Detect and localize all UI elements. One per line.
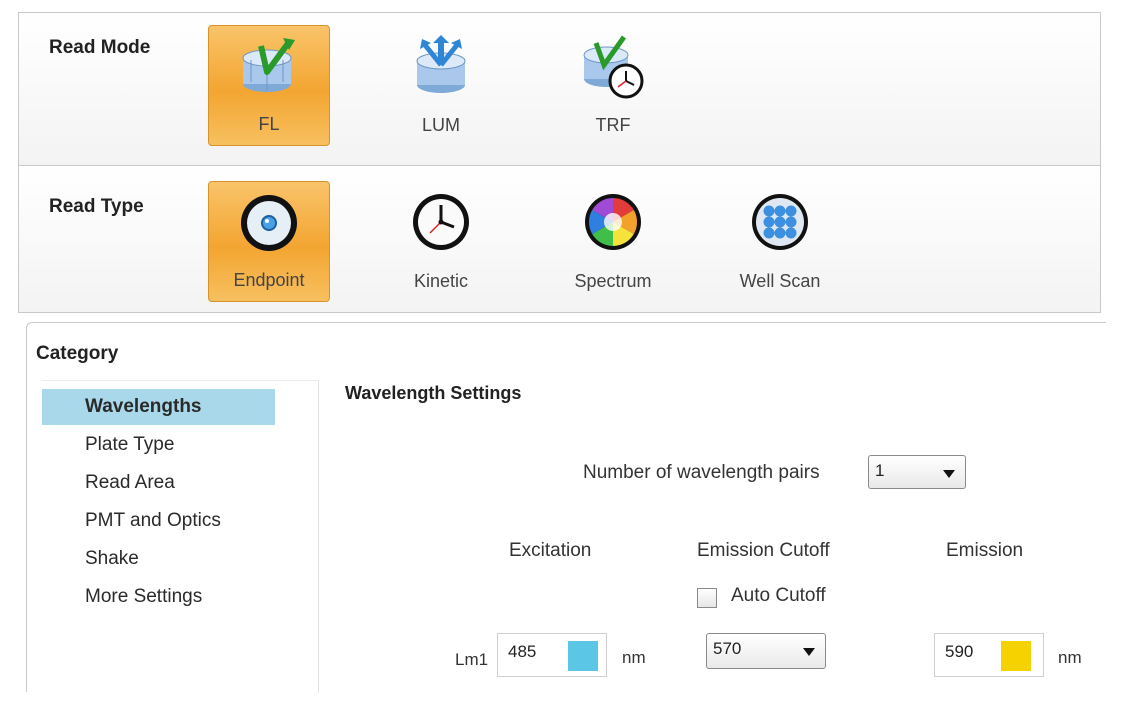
read-type-label: Read Type [49,196,144,217]
read-mode-panel: Read Mode FL LUM TRF [18,12,1101,165]
lm1-row-label: Lm1 [455,650,489,669]
category-item-plate-type[interactable]: Plate Type [42,427,275,463]
read-mode-fl-label: FL [258,114,280,134]
excitation-value: 485 [508,642,537,661]
emission-unit: nm [1058,648,1082,667]
auto-cutoff-checkbox[interactable] [697,588,717,608]
excitation-header: Excitation [509,540,592,561]
read-type-spectrum-button[interactable]: Spectrum [552,181,674,302]
luminescence-icon [416,35,466,93]
wavelength-settings-title: Wavelength Settings [345,383,522,403]
category-item-read-area[interactable]: Read Area [42,465,275,501]
emission-cutoff-value: 570 [713,639,742,658]
well-scan-icon [752,194,808,250]
excitation-input[interactable]: 485 [497,633,607,677]
emission-input[interactable]: 590 [934,633,1044,677]
clock-icon [413,194,469,250]
wavelength-pairs-label: Number of wavelength pairs [583,462,820,483]
category-item-wavelengths[interactable]: Wavelengths [42,389,275,425]
chevron-down-icon [943,470,955,478]
time-resolved-fluorescence-icon [583,35,644,99]
emission-color-swatch [1001,641,1031,671]
chevron-down-icon [803,648,815,656]
read-mode-trf-label: TRF [595,115,631,135]
endpoint-icon [241,195,297,251]
read-type-kinetic-label: Kinetic [413,271,469,291]
read-mode-trf-button[interactable]: TRF [552,25,674,146]
read-type-well-scan-button[interactable]: Well Scan [719,181,841,302]
excitation-color-swatch [568,641,598,671]
read-mode-lum-label: LUM [421,115,460,135]
emission-cutoff-header: Emission Cutoff [697,540,830,561]
read-type-well-scan-label: Well Scan [739,271,821,291]
spectrum-icon [585,194,641,250]
auto-cutoff-label: Auto Cutoff [731,585,826,606]
read-mode-lum-button[interactable]: LUM [380,25,502,146]
wavelength-pairs-select[interactable]: 1 [868,455,966,489]
emission-cutoff-select[interactable]: 570 [706,633,826,669]
wavelength-pairs-value: 1 [875,461,885,480]
read-type-kinetic-button[interactable]: Kinetic [380,181,502,302]
excitation-unit: nm [622,648,646,667]
category-title: Category [36,343,119,364]
read-type-endpoint-label: Endpoint [233,270,305,290]
read-type-endpoint-button[interactable]: Endpoint [208,181,330,302]
fluorescence-icon [242,38,295,92]
read-mode-fl-button[interactable]: FL [208,25,330,146]
read-type-spectrum-label: Spectrum [574,271,652,291]
emission-value: 590 [945,642,974,661]
category-item-shake[interactable]: Shake [42,541,275,577]
emission-header: Emission [946,540,1024,561]
category-item-pmt-and-optics[interactable]: PMT and Optics [42,503,275,539]
read-type-panel: Read Type Endpoint Kinetic Spectrum Well… [18,165,1101,313]
read-mode-label: Read Mode [49,37,151,58]
category-item-more-settings[interactable]: More Settings [42,579,275,615]
